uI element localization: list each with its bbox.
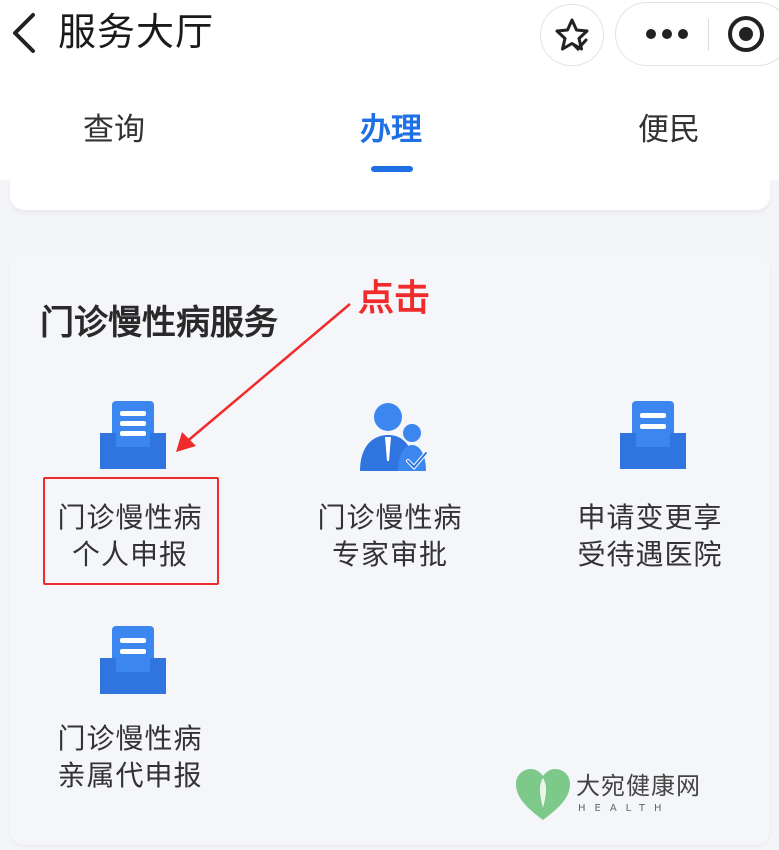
- watermark-subtitle: HEALTH: [578, 803, 671, 814]
- heart-logo-icon: [516, 769, 570, 820]
- annotation-arrow: [176, 303, 351, 452]
- tab-handle[interactable]: 办理: [360, 108, 422, 152]
- previous-card-edge: [10, 180, 770, 210]
- star-icon: [555, 18, 589, 52]
- document-tray-icon: [620, 401, 686, 469]
- click-annotation-text: 点击: [358, 278, 431, 319]
- back-button[interactable]: [2, 8, 46, 58]
- expert-approval-icon: [360, 403, 428, 471]
- tab-bar: 查询 办理 便民: [0, 80, 779, 180]
- item-label-line1: 门诊慢性病: [57, 722, 203, 755]
- item-label-line1: 门诊慢性病: [317, 501, 463, 534]
- document-tray-icon: [100, 401, 166, 469]
- tab-convenience[interactable]: 便民: [638, 108, 700, 152]
- tab-query[interactable]: 查询: [83, 108, 145, 152]
- highlight-box: [43, 477, 219, 585]
- item-label-line2: 受待遇医院: [577, 538, 723, 571]
- top-nav-bar: 服务大厅: [0, 0, 779, 80]
- more-button[interactable]: [632, 3, 702, 65]
- item-label-line1: 申请变更享: [577, 501, 723, 534]
- mini-program-capsule: [615, 2, 779, 66]
- active-tab-indicator: [371, 166, 413, 172]
- close-miniprogram-button[interactable]: [721, 3, 771, 65]
- watermark-title: 大宛健康网: [576, 772, 701, 800]
- service-item-change-hospital[interactable]: 申请变更享 受待遇医院: [535, 395, 765, 585]
- capsule-divider: [708, 19, 709, 51]
- more-dots-icon: [646, 29, 688, 39]
- watermark-logo: 大宛健康网 HEALTH: [512, 762, 732, 832]
- chevron-left-icon: [13, 13, 35, 53]
- item-label-line2: 专家审批: [331, 538, 448, 571]
- item-label-line2: 亲属代申报: [57, 759, 203, 792]
- document-tray-icon: [100, 626, 166, 694]
- service-item-relative-declaration[interactable]: 门诊慢性病 亲属代申报: [15, 620, 245, 810]
- page-title: 服务大厅: [58, 10, 215, 54]
- target-icon: [728, 16, 764, 52]
- favorite-button[interactable]: [540, 4, 604, 66]
